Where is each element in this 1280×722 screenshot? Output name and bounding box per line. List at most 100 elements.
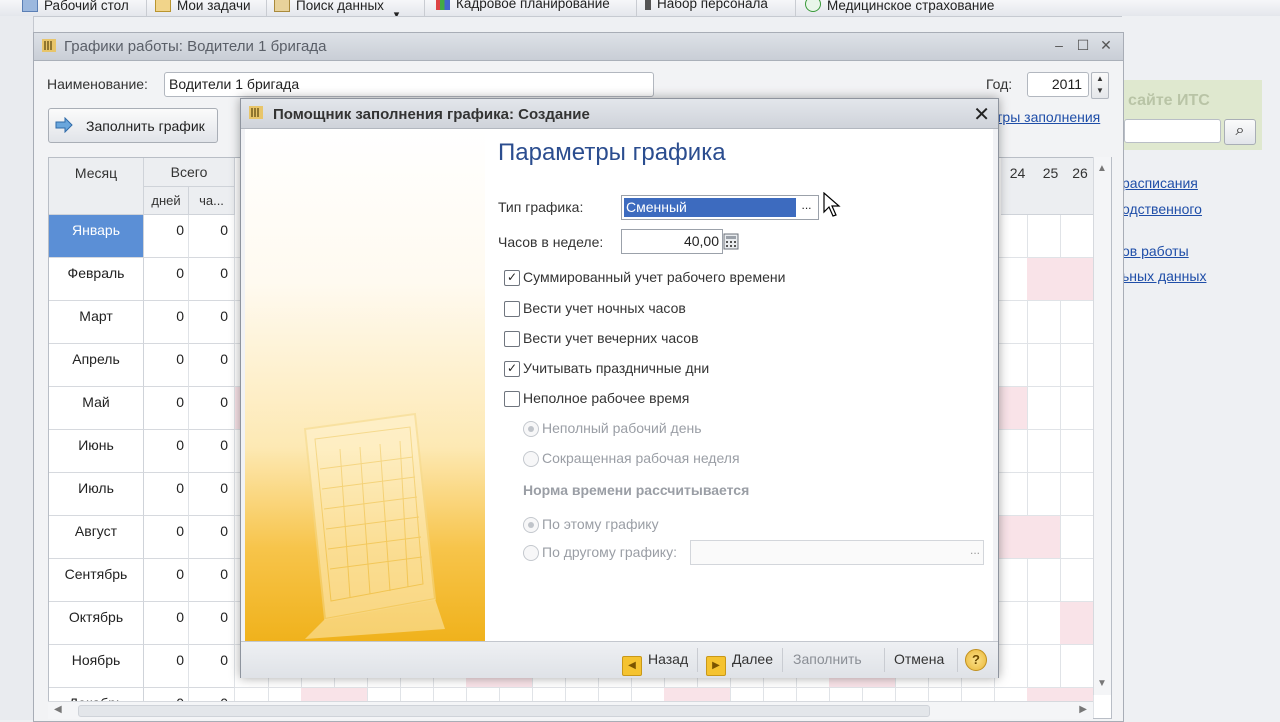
day-cell[interactable] xyxy=(994,258,1028,301)
hours-total-cell[interactable]: 0 xyxy=(189,645,235,688)
other-schedule-field[interactable]: ... xyxy=(690,540,984,565)
day-cell[interactable] xyxy=(1060,473,1094,516)
days-total-cell[interactable]: 0 xyxy=(144,559,189,602)
summed-accounting-checkbox[interactable]: ✓ xyxy=(504,270,520,286)
days-total-cell[interactable]: 0 xyxy=(144,516,189,559)
year-field[interactable]: 2011 xyxy=(1027,72,1089,97)
grid-horizontal-scrollbar[interactable]: ◀ ▶ xyxy=(48,701,1093,719)
scroll-up-icon[interactable]: ▲ xyxy=(1097,163,1107,174)
month-cell[interactable]: Январь xyxy=(49,215,144,258)
day-cell[interactable] xyxy=(994,473,1028,516)
day-cell[interactable] xyxy=(1027,430,1061,473)
hours-total-cell[interactable]: 0 xyxy=(189,430,235,473)
day-cell[interactable] xyxy=(994,645,1028,688)
day-cell[interactable] xyxy=(1060,344,1094,387)
day-cell[interactable] xyxy=(1027,473,1061,516)
day-cell[interactable] xyxy=(1027,301,1061,344)
days-total-cell[interactable]: 0 xyxy=(144,344,189,387)
day-cell[interactable] xyxy=(1027,258,1061,301)
days-total-cell[interactable]: 0 xyxy=(144,387,189,430)
toolbar-desktop[interactable]: Рабочий стол xyxy=(22,0,129,16)
right-link-work-schedules[interactable]: ов работы xyxy=(1122,243,1189,259)
day-cell[interactable] xyxy=(1027,645,1061,688)
days-total-cell[interactable]: 0 xyxy=(144,430,189,473)
day-cell[interactable] xyxy=(994,559,1028,602)
days-total-cell[interactable]: 0 xyxy=(144,473,189,516)
hours-total-cell[interactable]: 0 xyxy=(189,258,235,301)
norm-this-schedule-radio[interactable] xyxy=(523,517,539,533)
night-hours-checkbox[interactable] xyxy=(504,301,520,317)
norm-other-schedule-radio[interactable] xyxy=(523,545,539,561)
day-cell[interactable] xyxy=(1060,215,1094,258)
day-cell[interactable] xyxy=(1060,301,1094,344)
day-cell[interactable] xyxy=(994,344,1028,387)
month-cell[interactable]: Ноябрь xyxy=(49,645,144,688)
day-cell[interactable] xyxy=(1060,258,1094,301)
month-cell[interactable]: Сентябрь xyxy=(49,559,144,602)
schedule-type-select-button[interactable]: ... xyxy=(797,198,816,217)
days-total-cell[interactable]: 0 xyxy=(144,258,189,301)
day-cell[interactable] xyxy=(1060,602,1094,645)
day-cell[interactable] xyxy=(1027,387,1061,430)
day-cell[interactable] xyxy=(994,430,1028,473)
fill-schedule-button[interactable]: Заполнить график xyxy=(48,108,218,143)
month-cell[interactable]: Октябрь xyxy=(49,602,144,645)
hours-total-cell[interactable]: 0 xyxy=(189,344,235,387)
hours-total-cell[interactable]: 0 xyxy=(189,602,235,645)
scrollbar-thumb[interactable] xyxy=(78,705,930,717)
hours-total-cell[interactable]: 0 xyxy=(189,516,235,559)
day-cell[interactable] xyxy=(994,215,1028,258)
day-cell[interactable] xyxy=(1060,430,1094,473)
toolbar-hr-planning[interactable]: Кадровое планирование xyxy=(436,0,610,16)
schedule-type-field[interactable]: Сменный ... xyxy=(621,195,819,220)
its-search-button[interactable]: ⌕ xyxy=(1224,119,1256,145)
toolbar-search-data[interactable]: Поиск данных ▾ xyxy=(274,0,399,16)
month-cell[interactable]: Июль xyxy=(49,473,144,516)
day-cell[interactable] xyxy=(1060,516,1094,559)
day-cell[interactable] xyxy=(1027,516,1061,559)
month-cell[interactable]: Май xyxy=(49,387,144,430)
hours-total-cell[interactable]: 0 xyxy=(189,559,235,602)
month-cell[interactable]: Апрель xyxy=(49,344,144,387)
fill-button[interactable]: Заполнить xyxy=(793,651,862,667)
day-cell[interactable] xyxy=(1060,387,1094,430)
toolbar-my-tasks[interactable]: Мои задачи xyxy=(155,0,251,16)
short-week-radio[interactable] xyxy=(523,451,539,467)
help-icon[interactable]: ? xyxy=(965,649,987,671)
close-icon[interactable]: ✕ xyxy=(1097,37,1115,55)
back-button[interactable]: ◀ Назад xyxy=(622,651,688,676)
right-link-data[interactable]: ьных данных xyxy=(1122,268,1206,284)
name-field[interactable]: Водители 1 бригада xyxy=(164,72,654,97)
minimize-button[interactable]: – xyxy=(1050,37,1068,55)
month-cell[interactable]: Февраль xyxy=(49,258,144,301)
hours-total-cell[interactable]: 0 xyxy=(189,215,235,258)
part-time-checkbox[interactable] xyxy=(504,391,520,407)
day-cell[interactable] xyxy=(994,516,1028,559)
next-button[interactable]: ▶ Далее xyxy=(706,651,773,676)
fill-params-link[interactable]: тры заполнения xyxy=(996,109,1100,125)
day-cell[interactable] xyxy=(1027,559,1061,602)
days-total-cell[interactable]: 0 xyxy=(144,602,189,645)
close-icon[interactable]: ✕ xyxy=(973,102,990,127)
days-total-cell[interactable]: 0 xyxy=(144,645,189,688)
cancel-button[interactable]: Отмена xyxy=(894,651,944,667)
day-cell[interactable] xyxy=(1060,645,1094,688)
day-cell[interactable] xyxy=(1027,344,1061,387)
maximize-button[interactable]: ☐ xyxy=(1074,37,1092,55)
scroll-right-icon[interactable]: ▶ xyxy=(1079,704,1087,715)
scroll-down-icon[interactable]: ▼ xyxy=(1097,678,1107,689)
day-cell[interactable] xyxy=(994,387,1028,430)
toolbar-recruitment[interactable]: Набор персонала xyxy=(645,0,768,16)
hours-total-cell[interactable]: 0 xyxy=(189,473,235,516)
day-cell[interactable] xyxy=(1060,559,1094,602)
hours-total-cell[interactable]: 0 xyxy=(189,387,235,430)
calculator-icon[interactable] xyxy=(722,229,740,254)
its-search-input[interactable] xyxy=(1124,119,1221,143)
hours-total-cell[interactable]: 0 xyxy=(189,301,235,344)
other-schedule-select-button[interactable]: ... xyxy=(970,543,980,557)
month-cell[interactable]: Март xyxy=(49,301,144,344)
day-cell[interactable] xyxy=(1027,215,1061,258)
toolbar-medical-insurance[interactable]: Медицинское страхование xyxy=(805,0,994,16)
part-time-day-radio[interactable] xyxy=(523,421,539,437)
right-link-schedules[interactable]: расписания xyxy=(1122,175,1198,191)
